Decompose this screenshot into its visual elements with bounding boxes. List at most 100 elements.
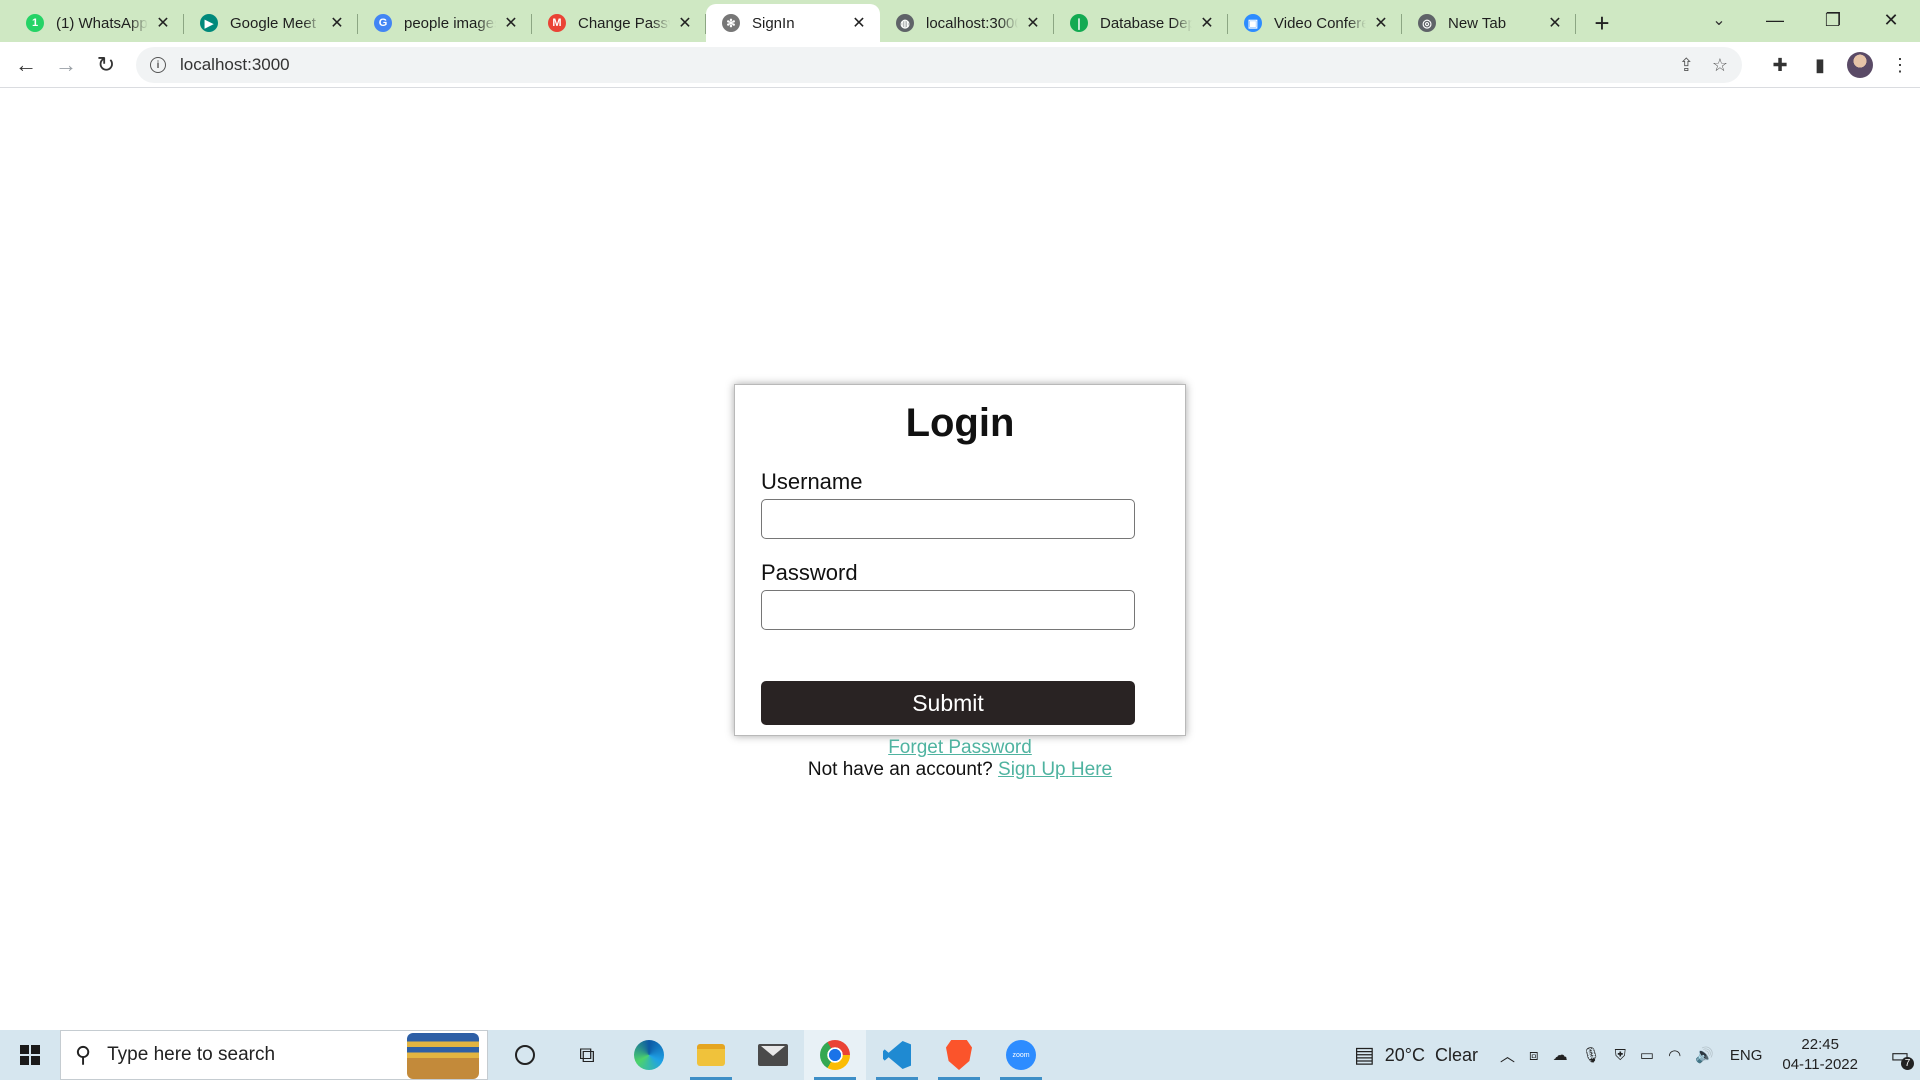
tab-close-icon[interactable]: ✕ xyxy=(154,14,172,32)
browser-tab[interactable]: ❘ Database Deployments ✕ xyxy=(1054,4,1228,42)
weather-widget[interactable]: ▤ 20°C Clear xyxy=(1354,1042,1478,1068)
tab-close-icon[interactable]: ✕ xyxy=(328,14,346,32)
tab-title: localhost:3000 xyxy=(926,14,1018,32)
new-tab-plus-icon[interactable]: + xyxy=(1584,4,1620,42)
page-content: Login Username Password Submit Forget Pa… xyxy=(0,89,1920,1030)
tab-title: Database Deployments xyxy=(1100,14,1192,32)
globe-icon: ◍ xyxy=(896,14,914,32)
password-input[interactable] xyxy=(761,590,1135,630)
clock-time: 22:45 xyxy=(1801,1036,1839,1053)
minimize-button[interactable]: — xyxy=(1746,0,1804,40)
whatsapp-icon: 1 xyxy=(26,14,44,32)
input-language[interactable]: ENG xyxy=(1730,1047,1763,1064)
mail-icon[interactable] xyxy=(742,1030,804,1080)
taskbar-search-box[interactable]: ⚲ Type here to search xyxy=(60,1030,488,1080)
security-icon[interactable]: ⛨ xyxy=(1615,1047,1626,1064)
edge-browser-icon[interactable] xyxy=(618,1030,680,1080)
reload-icon[interactable]: ↻ xyxy=(86,45,126,85)
browser-tab[interactable]: ◍ localhost:3000 ✕ xyxy=(880,4,1054,42)
brave-browser-icon[interactable] xyxy=(928,1030,990,1080)
search-highlight-pharaoh-image[interactable] xyxy=(407,1033,479,1079)
profile-avatar[interactable] xyxy=(1847,52,1873,78)
forward-arrow-icon[interactable]: → xyxy=(46,45,86,85)
side-panel-icon[interactable]: ▮ xyxy=(1800,45,1840,85)
volume-icon[interactable]: 🔊 xyxy=(1695,1046,1714,1064)
username-input[interactable] xyxy=(761,499,1135,539)
address-bar[interactable]: i localhost:3000 ⇪ ☆ xyxy=(136,47,1742,83)
back-arrow-icon[interactable]: ← xyxy=(6,45,46,85)
windows-taskbar: ⚲ Type here to search ⧉ zoom ▤ 20°C Clea… xyxy=(0,1030,1920,1080)
tab-title: (1) WhatsApp xyxy=(56,14,148,32)
weather-text: 20°C Clear xyxy=(1384,1044,1479,1065)
omnibox-actions: ⇪ ☆ xyxy=(1679,47,1728,83)
tab-title: SignIn xyxy=(752,14,795,32)
bookmark-star-icon[interactable]: ☆ xyxy=(1712,55,1728,76)
google-icon: G xyxy=(374,14,392,32)
window-controls: — ❐ ✕ xyxy=(1746,0,1920,40)
restore-button[interactable]: ❐ xyxy=(1804,0,1862,40)
submit-button[interactable]: Submit xyxy=(761,681,1135,725)
clock-date: 04-11-2022 xyxy=(1782,1056,1858,1073)
show-hidden-icons-chevron-icon[interactable]: ︿ xyxy=(1500,1045,1515,1066)
browser-tab[interactable]: M Change Password ✕ xyxy=(532,4,706,42)
cortana-circle-icon[interactable] xyxy=(494,1030,556,1080)
browser-tab[interactable]: ✻ SignIn ✕ xyxy=(706,4,880,42)
battery-icon[interactable]: ▭ xyxy=(1640,1046,1654,1064)
tab-close-icon[interactable]: ✕ xyxy=(502,14,520,32)
share-icon[interactable]: ⇪ xyxy=(1679,55,1694,76)
tab-title: New Tab xyxy=(1448,14,1507,32)
vscode-icon[interactable] xyxy=(866,1030,928,1080)
wifi-icon[interactable]: ◠ xyxy=(1668,1046,1681,1064)
login-card: Login Username Password Submit xyxy=(734,384,1186,736)
mongodb-icon: ❘ xyxy=(1070,14,1088,32)
meet-now-icon[interactable]: ⧈ xyxy=(1529,1047,1539,1064)
notification-center-icon[interactable]: ▭ 7 xyxy=(1880,1030,1920,1080)
browser-tab[interactable]: 1 (1) WhatsApp ✕ xyxy=(10,4,184,42)
chrome-icon[interactable] xyxy=(804,1030,866,1080)
login-title: Login xyxy=(905,401,1015,445)
start-button[interactable] xyxy=(0,1030,60,1080)
username-label: Username xyxy=(761,469,863,494)
tab-list: 1 (1) WhatsApp ✕ ▶ Google Meet ✕ Gpeople image… xyxy=(0,4,1620,42)
weather-news-icon: ▤ xyxy=(1353,1042,1375,1067)
system-clock[interactable]: 22:45 04-11-2022 xyxy=(1782,1035,1858,1075)
close-window-button[interactable]: ✕ xyxy=(1862,0,1920,40)
windows-logo-icon xyxy=(20,1045,40,1065)
no-account-text: Not have an account? xyxy=(807,759,993,780)
browser-tab[interactable]: ◎ New Tab ✕ xyxy=(1402,4,1576,42)
system-tray: ▤ 20°C Clear ︿ ⧈ ☁ 🎙 ⛨ ▭ ◠ 🔊 ENG 22:45 0… xyxy=(1354,1030,1920,1080)
tab-title: Change Password xyxy=(578,14,670,32)
search-icon: ⚲ xyxy=(75,1042,92,1067)
address-url[interactable]: localhost:3000 xyxy=(180,55,290,75)
onedrive-cloud-icon[interactable]: ☁ xyxy=(1553,1046,1568,1064)
tab-title: Video Conferencing xyxy=(1274,14,1366,32)
tab-search-chevron-icon[interactable]: ⌄ xyxy=(1705,6,1733,34)
browser-tab[interactable]: ▣ Video Conferencing ✕ xyxy=(1228,4,1402,42)
tray-icons: ︿ ⧈ ☁ 🎙 ⛨ ▭ ◠ 🔊 xyxy=(1500,1045,1714,1066)
forget-password-row: Forget Password xyxy=(0,737,1920,759)
forget-password-link[interactable]: Forget Password xyxy=(888,737,1032,758)
tab-close-icon[interactable]: ✕ xyxy=(1546,14,1564,32)
zoom-app-icon[interactable]: zoom xyxy=(990,1030,1052,1080)
browser-tab[interactable]: ▶ Google Meet ✕ xyxy=(184,4,358,42)
extensions-puzzle-icon[interactable]: ✚ xyxy=(1760,45,1800,85)
signup-link[interactable]: Sign Up Here xyxy=(998,759,1112,780)
notification-count-badge: 7 xyxy=(1901,1057,1914,1070)
browser-toolbar: ← → ↻ i localhost:3000 ⇪ ☆ ✚ ▮ ⋮ xyxy=(0,42,1920,88)
tab-close-icon[interactable]: ✕ xyxy=(850,14,868,32)
browser-menu-kebab-icon[interactable]: ⋮ xyxy=(1880,45,1920,85)
file-explorer-icon[interactable] xyxy=(680,1030,742,1080)
task-view-icon[interactable]: ⧉ xyxy=(556,1030,618,1080)
gmail-icon: M xyxy=(548,14,566,32)
browser-tab[interactable]: Gpeople images ✕ xyxy=(358,4,532,42)
microphone-icon[interactable]: 🎙 xyxy=(1582,1046,1601,1064)
toolbar-right: ✚ ▮ ⋮ xyxy=(1760,42,1920,88)
browser-tab-strip: 1 (1) WhatsApp ✕ ▶ Google Meet ✕ Gpeople image… xyxy=(0,0,1920,42)
pinned-apps: ⧉ zoom xyxy=(494,1030,1052,1080)
tab-close-icon[interactable]: ✕ xyxy=(1198,14,1216,32)
site-info-icon[interactable]: i xyxy=(150,57,166,73)
tab-close-icon[interactable]: ✕ xyxy=(1372,14,1390,32)
tab-close-icon[interactable]: ✕ xyxy=(676,14,694,32)
tab-close-icon[interactable]: ✕ xyxy=(1024,14,1042,32)
password-label: Password xyxy=(761,560,858,585)
